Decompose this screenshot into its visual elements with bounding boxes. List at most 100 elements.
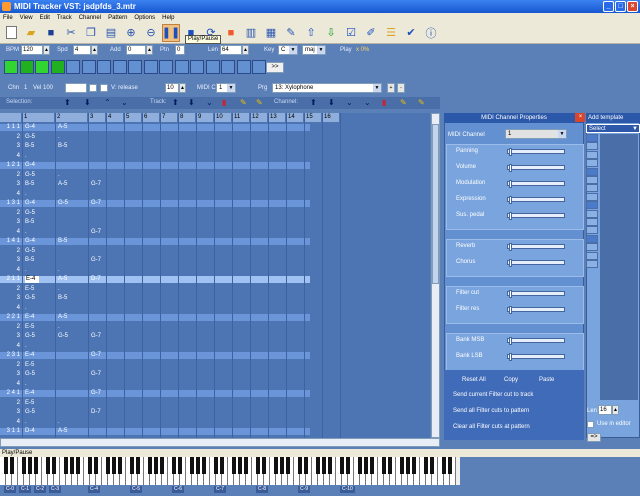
- check-doc-button[interactable]: ✔: [402, 24, 420, 42]
- piano-black-key[interactable]: [274, 457, 278, 474]
- piano-black-key[interactable]: [286, 457, 290, 474]
- template-step[interactable]: [586, 260, 598, 268]
- template-step[interactable]: [586, 201, 598, 210]
- slider-thumb[interactable]: [509, 164, 513, 172]
- grid-column-header[interactable]: 5: [124, 113, 142, 122]
- pattern-slot[interactable]: [221, 60, 235, 74]
- note-cell[interactable]: E-4: [25, 352, 34, 359]
- program-remove-button[interactable]: -: [397, 83, 405, 93]
- spd-spin[interactable]: ▲: [91, 45, 98, 55]
- close-button[interactable]: ×: [627, 1, 638, 12]
- note-cell[interactable]: .: [25, 343, 27, 350]
- pattern-slot[interactable]: [97, 60, 111, 74]
- note-cell[interactable]: .: [58, 134, 60, 141]
- piano-black-key[interactable]: [448, 457, 452, 474]
- send-filter-track-button[interactable]: Send current Filter cut to track: [453, 392, 533, 398]
- pattern-slot[interactable]: [112, 60, 127, 74]
- note-cell[interactable]: B-5: [25, 219, 34, 226]
- piano-black-key[interactable]: [196, 457, 200, 474]
- note-cell[interactable]: G-4: [25, 238, 35, 245]
- record-button[interactable]: ■: [222, 24, 240, 42]
- pattern-slot[interactable]: [66, 60, 80, 74]
- template-step[interactable]: [586, 150, 598, 159]
- track-bars-icon[interactable]: ▮: [222, 98, 226, 107]
- new-file-button[interactable]: [2, 24, 20, 42]
- vel-color-box[interactable]: [89, 84, 97, 92]
- clear-filter-pattern-button[interactable]: Clear all Filter cuts at pattern: [453, 424, 530, 430]
- slider-track[interactable]: [507, 180, 565, 188]
- piano-black-key[interactable]: [28, 457, 32, 474]
- note-cell[interactable]: G-4: [25, 124, 35, 131]
- piano-black-key[interactable]: [412, 457, 416, 474]
- template-step[interactable]: [586, 176, 598, 184]
- menu-channel[interactable]: Channel: [79, 15, 101, 21]
- piano-black-key[interactable]: [370, 457, 374, 474]
- piano-black-key[interactable]: [118, 457, 122, 474]
- chn-chevron-icon[interactable]: ⌄: [346, 98, 353, 107]
- note-cell[interactable]: B-5: [25, 143, 34, 150]
- slider-track[interactable]: [507, 212, 565, 220]
- piano-black-key[interactable]: [346, 457, 350, 474]
- piano-keyboard[interactable]: [0, 457, 460, 485]
- piano-black-key[interactable]: [46, 457, 50, 474]
- track-chevron-icon[interactable]: ⌄: [206, 98, 213, 107]
- slider-thumb[interactable]: [509, 148, 513, 156]
- grid-column-header[interactable]: 7: [160, 113, 178, 122]
- template-step[interactable]: [586, 134, 598, 142]
- spd-input[interactable]: 4: [73, 45, 91, 55]
- sel-up-icon[interactable]: ⬆: [64, 98, 71, 107]
- note-cell[interactable]: E-5: [25, 324, 34, 331]
- note-cell[interactable]: G-7: [91, 333, 101, 340]
- piano-black-key[interactable]: [52, 457, 56, 474]
- tracker-grid[interactable]: 1 2 3 4 5 6 7 8 9 10 11 12 13 14 15 16 1 1 1 G-4 A-5 2 G-5. 3…: [0, 113, 430, 438]
- piano-black-key[interactable]: [148, 457, 152, 474]
- bpm-input[interactable]: 120: [21, 45, 43, 55]
- template-step[interactable]: [586, 234, 598, 243]
- slider-track[interactable]: [507, 243, 565, 251]
- template-step[interactable]: [586, 192, 598, 201]
- note-cell[interactable]: G-4: [25, 200, 35, 207]
- layers-button[interactable]: ☰: [382, 24, 400, 42]
- piano-black-key[interactable]: [304, 457, 308, 474]
- piano-black-key[interactable]: [262, 457, 266, 474]
- piano-black-key[interactable]: [22, 457, 26, 474]
- columns-view-button[interactable]: ▦: [262, 24, 280, 42]
- note-cell[interactable]: .: [58, 172, 60, 179]
- note-cell[interactable]: B-5: [25, 181, 34, 188]
- pattern-slot[interactable]: [50, 60, 65, 74]
- note-cell[interactable]: D-7: [91, 409, 101, 416]
- slider-thumb[interactable]: [509, 180, 513, 188]
- slider-track[interactable]: [507, 290, 565, 298]
- note-cell[interactable]: G-5: [25, 134, 35, 141]
- piano-black-key[interactable]: [322, 457, 326, 474]
- menu-edit[interactable]: Edit: [40, 15, 50, 21]
- slider-track[interactable]: [507, 306, 565, 314]
- note-cell[interactable]: G-5: [25, 210, 35, 217]
- cut-button[interactable]: ✂: [62, 24, 80, 42]
- grid-column-header[interactable]: 6: [142, 113, 160, 122]
- reset-all-button[interactable]: Reset All: [462, 377, 486, 383]
- key-select[interactable]: C ▼: [278, 45, 298, 55]
- note-cell[interactable]: A-5: [58, 181, 67, 188]
- grid-column-header[interactable]: 1: [22, 113, 55, 122]
- piano-black-key[interactable]: [256, 457, 260, 474]
- note-cell[interactable]: B-5: [25, 257, 34, 264]
- pattern-slot[interactable]: [81, 60, 96, 74]
- piano-black-key[interactable]: [406, 457, 410, 474]
- pattern-slot[interactable]: [174, 60, 189, 74]
- play-pause-button[interactable]: ❚❚: [162, 23, 180, 42]
- paste-button[interactable]: ▤: [102, 24, 120, 42]
- move-up-button[interactable]: ⇧: [302, 24, 320, 42]
- pattern-slot[interactable]: [4, 60, 18, 74]
- template-step[interactable]: [586, 142, 598, 151]
- piano-black-key[interactable]: [244, 457, 248, 474]
- zoom-out-button[interactable]: ⊖: [142, 24, 160, 42]
- template-close-icon[interactable]: ×: [576, 113, 585, 122]
- note-cell[interactable]: .: [58, 324, 60, 331]
- note-cell[interactable]: G-7: [91, 229, 101, 236]
- piano-black-key[interactable]: [238, 457, 242, 474]
- piano-black-key[interactable]: [154, 457, 158, 474]
- send-filter-pattern-button[interactable]: Send all Filter cuts to pattern: [453, 408, 529, 414]
- template-select[interactable]: Select ▼: [586, 124, 640, 133]
- piano-black-key[interactable]: [130, 457, 134, 474]
